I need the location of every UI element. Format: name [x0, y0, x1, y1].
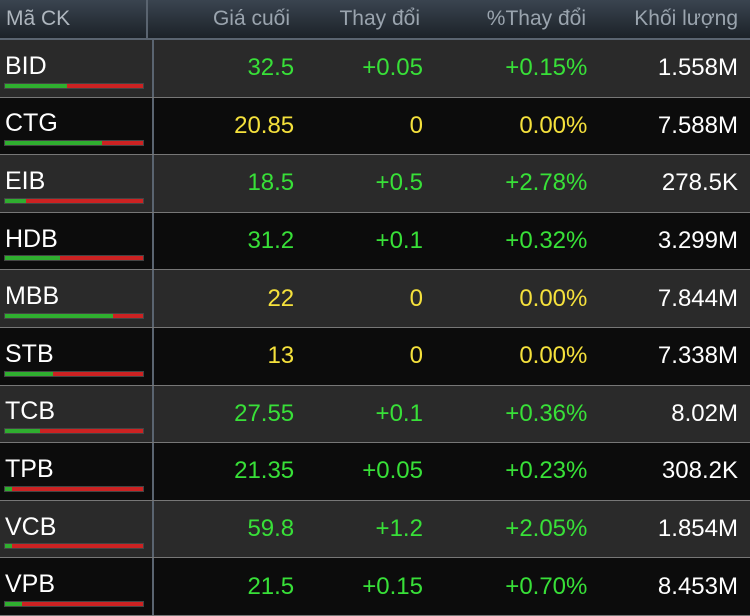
symbol-label: VPB	[5, 570, 56, 599]
buy-ratio-fill	[5, 198, 26, 203]
symbol-label: STB	[5, 339, 54, 368]
stock-row[interactable]: TPB 21.35 +0.05 +0.23% 308.2K	[0, 443, 750, 501]
change-cell: +0.15	[362, 572, 423, 600]
percent-change-cell: +0.23%	[505, 457, 588, 485]
header-percent-change[interactable]: %Thay đổi	[426, 7, 596, 31]
change-cell: 0	[409, 284, 423, 312]
buy-sell-ratio-bar	[4, 312, 144, 319]
buy-ratio-fill	[5, 256, 61, 261]
percent-change-cell: +2.05%	[505, 515, 588, 543]
percent-change-cell: +0.15%	[505, 54, 588, 82]
symbol-label: TPB	[5, 454, 54, 483]
symbol-cell[interactable]: VCB	[0, 500, 154, 558]
percent-change-cell: +0.32%	[505, 227, 588, 255]
table-header: Mã CK Giá cuối Thay đổi %Thay đổi Khối l…	[0, 0, 750, 40]
volume-cell: 1.558M	[657, 54, 738, 82]
volume-cell: 7.588M	[657, 111, 738, 139]
percent-change-cell: 0.00%	[519, 342, 588, 370]
change-cell: +0.1	[375, 227, 423, 255]
price-cell: 22	[267, 284, 295, 312]
volume-cell: 1.854M	[657, 515, 738, 543]
stock-list: BID 32.5 +0.05 +0.15% 1.558M CTG 20.85 0 0.00% 7.…	[0, 40, 750, 616]
price-cell: 27.55	[234, 399, 295, 427]
symbol-label: VCB	[5, 512, 57, 541]
change-cell: 0	[409, 342, 423, 370]
symbol-cell[interactable]: TCB	[0, 385, 154, 443]
percent-change-cell: 0.00%	[519, 284, 588, 312]
price-cell: 21.35	[234, 457, 295, 485]
volume-cell: 308.2K	[661, 457, 738, 485]
buy-ratio-fill	[5, 371, 54, 376]
buy-ratio-fill	[5, 486, 12, 491]
price-cell: 59.8	[247, 515, 295, 543]
buy-ratio-fill	[5, 601, 22, 606]
symbol-cell[interactable]: VPB	[0, 558, 154, 615]
stock-board: Mã CK Giá cuối Thay đổi %Thay đổi Khối l…	[0, 0, 750, 616]
header-symbol[interactable]: Mã CK	[0, 0, 148, 38]
percent-change-cell: +0.36%	[505, 399, 588, 427]
symbol-label: BID	[5, 51, 47, 80]
buy-sell-ratio-bar	[4, 543, 144, 550]
symbol-label: TCB	[5, 397, 55, 426]
buy-sell-ratio-bar	[4, 255, 144, 262]
volume-cell: 3.299M	[657, 227, 738, 255]
stock-row[interactable]: MBB 22 0 0.00% 7.844M	[0, 270, 750, 328]
buy-ratio-fill	[5, 313, 113, 318]
buy-sell-ratio-bar	[4, 82, 144, 89]
price-cell: 31.2	[247, 227, 295, 255]
stock-row[interactable]: STB 13 0 0.00% 7.338M	[0, 327, 750, 386]
change-cell: +0.05	[362, 457, 423, 485]
price-cell: 20.85	[234, 111, 295, 139]
volume-cell: 8.453M	[657, 572, 738, 600]
stock-row[interactable]: VPB 21.5 +0.15 +0.70% 8.453M	[0, 558, 750, 616]
symbol-cell[interactable]: MBB	[0, 270, 154, 327]
stock-row[interactable]: VCB 59.8 +1.2 +2.05% 1.854M	[0, 500, 750, 559]
header-volume[interactable]: Khối lượng	[596, 7, 750, 31]
buy-sell-ratio-bar	[4, 600, 144, 607]
symbol-cell[interactable]: HDB	[0, 212, 154, 270]
buy-sell-ratio-bar	[4, 197, 144, 204]
stock-row[interactable]: BID 32.5 +0.05 +0.15% 1.558M	[0, 40, 750, 98]
header-change[interactable]: Thay đổi	[296, 7, 426, 31]
volume-cell: 278.5K	[661, 169, 738, 197]
buy-sell-ratio-bar	[4, 370, 144, 377]
price-cell: 32.5	[247, 54, 295, 82]
buy-sell-ratio-bar	[4, 140, 144, 147]
percent-change-cell: +0.70%	[505, 572, 588, 600]
buy-ratio-fill	[5, 544, 12, 549]
price-cell: 18.5	[247, 169, 295, 197]
change-cell: 0	[409, 111, 423, 139]
change-cell: +1.2	[375, 515, 423, 543]
symbol-cell[interactable]: TPB	[0, 443, 154, 500]
stock-row[interactable]: CTG 20.85 0 0.00% 7.588M	[0, 97, 750, 156]
percent-change-cell: +2.78%	[505, 169, 588, 197]
volume-cell: 8.02M	[671, 399, 738, 427]
stock-row[interactable]: HDB 31.2 +0.1 +0.32% 3.299M	[0, 212, 750, 271]
price-cell: 21.5	[247, 572, 295, 600]
volume-cell: 7.844M	[657, 284, 738, 312]
header-price[interactable]: Giá cuối	[148, 7, 296, 31]
symbol-label: HDB	[5, 224, 58, 253]
symbol-label: MBB	[5, 282, 60, 311]
change-cell: +0.5	[375, 169, 423, 197]
symbol-label: EIB	[5, 166, 46, 195]
buy-sell-ratio-bar	[4, 485, 144, 492]
buy-sell-ratio-bar	[4, 428, 144, 435]
volume-cell: 7.338M	[657, 342, 738, 370]
buy-ratio-fill	[5, 429, 40, 434]
symbol-cell[interactable]: BID	[0, 40, 154, 97]
symbol-cell[interactable]: CTG	[0, 97, 154, 155]
symbol-cell[interactable]: EIB	[0, 155, 154, 212]
buy-ratio-fill	[5, 83, 68, 88]
symbol-label: CTG	[5, 109, 58, 138]
stock-row[interactable]: TCB 27.55 +0.1 +0.36% 8.02M	[0, 385, 750, 444]
change-cell: +0.05	[362, 54, 423, 82]
symbol-cell[interactable]: STB	[0, 327, 154, 385]
change-cell: +0.1	[375, 399, 423, 427]
price-cell: 13	[267, 342, 295, 370]
percent-change-cell: 0.00%	[519, 111, 588, 139]
buy-ratio-fill	[5, 141, 102, 146]
stock-row[interactable]: EIB 18.5 +0.5 +2.78% 278.5K	[0, 155, 750, 213]
